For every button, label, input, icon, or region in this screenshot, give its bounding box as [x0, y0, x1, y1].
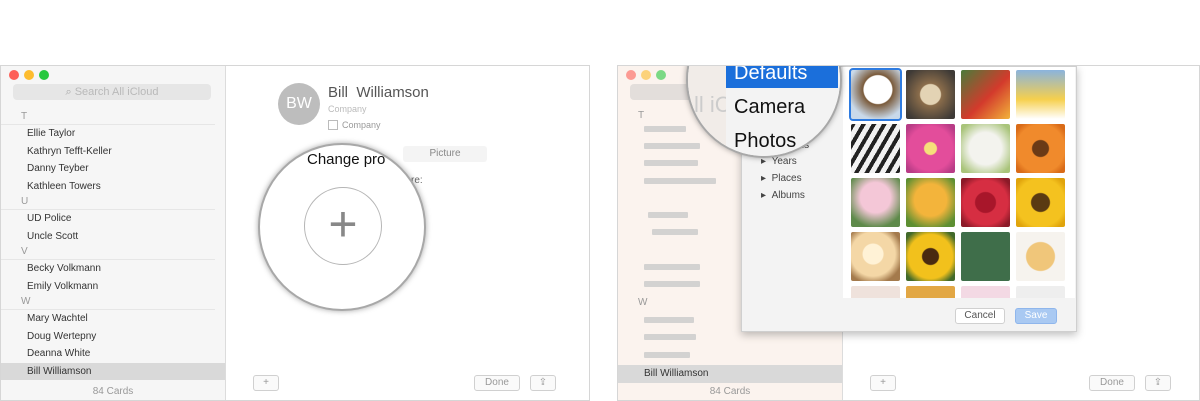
add-picture-button[interactable]: + — [304, 187, 382, 265]
plus-icon: + — [328, 196, 358, 252]
share-icon[interactable]: ⇪ — [1145, 375, 1171, 391]
chalkboard-picture[interactable] — [961, 232, 1010, 281]
traffic-lights — [9, 70, 49, 80]
search-placeholder: Search All iCloud — [74, 86, 159, 98]
avatar[interactable]: BW — [278, 83, 320, 125]
source-item-places[interactable]: ▸ Places — [761, 173, 802, 184]
contacts-window-left: ⌕ Search All iCloud T Ellie Taylor Kathryn … — [0, 65, 590, 401]
minimize-button[interactable] — [641, 70, 651, 80]
contact-list-item[interactable]: Danny Teyber — [1, 160, 225, 178]
yellow-poppy-picture[interactable] — [906, 178, 955, 227]
magnifier-circle-right: ll iC Defaults Camera Photos — [686, 66, 842, 158]
contact-name: Bill Williamson — [328, 84, 429, 101]
dandelion-picture[interactable] — [961, 124, 1010, 173]
contact-list-item[interactable]: Emily Volkmann — [1, 278, 225, 296]
contact-list-item[interactable]: Becky Volkmann — [1, 260, 225, 278]
done-button[interactable]: Done — [1089, 375, 1135, 391]
save-button[interactable]: Save — [1015, 308, 1057, 324]
blurred-row — [644, 281, 700, 287]
zoom-button[interactable] — [656, 70, 666, 80]
source-label: Albums — [771, 190, 805, 201]
blurred-row — [648, 212, 688, 218]
magnifier-circle: Change pro + — [258, 143, 426, 311]
section-letter-w: W — [638, 297, 648, 308]
section-letter: V — [1, 245, 215, 260]
add-button[interactable]: + — [870, 375, 896, 391]
section-letter: U — [1, 195, 215, 210]
card-count: 84 Cards — [92, 386, 134, 397]
menu-photos[interactable]: Photos — [734, 130, 796, 153]
red-rose-picture[interactable] — [961, 178, 1010, 227]
picture-tile[interactable] — [1016, 286, 1065, 298]
sidebar: ⌕ Search All iCloud T Ellie Taylor Kathryn … — [1, 66, 226, 400]
blurred-row — [644, 178, 716, 184]
change-profile-label: Change pro — [307, 151, 386, 168]
close-button[interactable] — [9, 70, 19, 80]
contact-list-item[interactable]: Doug Wertepny — [1, 328, 225, 346]
company-field[interactable]: Company — [328, 104, 367, 114]
minimize-button[interactable] — [24, 70, 34, 80]
close-button[interactable] — [626, 70, 636, 80]
blurred-row — [644, 264, 700, 270]
search-input[interactable]: ⌕ Search All iCloud — [13, 84, 211, 100]
orange-flower-picture[interactable] — [1016, 124, 1065, 173]
tab-picture[interactable]: Picture — [403, 146, 487, 162]
traffic-lights-right — [626, 70, 666, 80]
fortune-cookie-picture[interactable] — [1016, 232, 1065, 281]
done-button[interactable]: Done — [474, 375, 520, 391]
source-item-albums[interactable]: ▸ Albums — [761, 190, 805, 201]
parrot-picture[interactable] — [961, 70, 1010, 119]
blurred-row — [644, 126, 686, 132]
cream-rose-picture[interactable] — [851, 232, 900, 281]
blurred-row — [644, 334, 696, 340]
sunflower-picture[interactable] — [1016, 178, 1065, 227]
blurred-row — [644, 352, 690, 358]
menu-camera[interactable]: Camera — [734, 96, 805, 119]
contact-list-item[interactable]: Mary Wachtel — [1, 310, 225, 328]
picture-grid — [843, 67, 1075, 298]
picture-tile[interactable] — [961, 286, 1010, 298]
menu-defaults[interactable]: Defaults — [726, 66, 838, 88]
blurred-row — [652, 229, 698, 235]
section-letter-t: T — [638, 110, 645, 121]
selected-contact[interactable]: Bill Williamson — [618, 365, 842, 383]
picture-tile[interactable] — [906, 286, 955, 298]
zoom-button[interactable] — [39, 70, 49, 80]
section-letter: T — [1, 110, 215, 125]
zebra-picture[interactable] — [851, 124, 900, 173]
card-count: 84 Cards — [709, 386, 751, 397]
eagle-picture[interactable] — [849, 68, 902, 121]
contact-list-item[interactable]: Kathryn Tefft-Keller — [1, 143, 225, 161]
contact-list-item[interactable]: Ellie Taylor — [1, 125, 225, 143]
picture-tile[interactable] — [851, 286, 900, 298]
contact-list-item[interactable]: UD Police — [1, 210, 225, 228]
lotus-picture[interactable] — [851, 178, 900, 227]
blurred-row — [644, 317, 694, 323]
contact-detail: BW Bill Williamson Company Company Pictu… — [226, 66, 589, 400]
company-checkbox[interactable]: Company — [328, 120, 381, 130]
penguin-picture[interactable] — [1016, 70, 1065, 119]
search-icon: ⌕ — [65, 86, 72, 98]
gerbera-picture[interactable] — [906, 232, 955, 281]
blurred-row — [644, 160, 698, 166]
cancel-button[interactable]: Cancel — [955, 308, 1005, 324]
contact-list-item[interactable]: Deanna White — [1, 345, 225, 363]
source-label: Years — [771, 156, 797, 167]
contact-list-item[interactable]: Kathleen Towers — [1, 178, 225, 196]
add-button[interactable]: + — [253, 375, 279, 391]
first-name[interactable]: Bill — [328, 84, 348, 101]
section-letter: W — [1, 295, 215, 310]
contacts-window-right: T W Bill Williamson 84 Cards + Done ⇪ ti… — [617, 65, 1200, 401]
last-name[interactable]: Williamson — [356, 84, 429, 101]
pink-flower-picture[interactable] — [906, 124, 955, 173]
share-icon[interactable]: ⇪ — [530, 375, 556, 391]
contact-list-item[interactable]: Uncle Scott — [1, 228, 225, 246]
owl-picture[interactable] — [906, 70, 955, 119]
contact-list: T Ellie Taylor Kathryn Tefft-Keller Danny T… — [1, 110, 225, 380]
source-label: Places — [771, 173, 802, 184]
checkbox-box — [328, 120, 338, 130]
contact-list-item[interactable]: Bill Williamson — [1, 362, 225, 380]
company-checkbox-label: Company — [342, 120, 381, 130]
